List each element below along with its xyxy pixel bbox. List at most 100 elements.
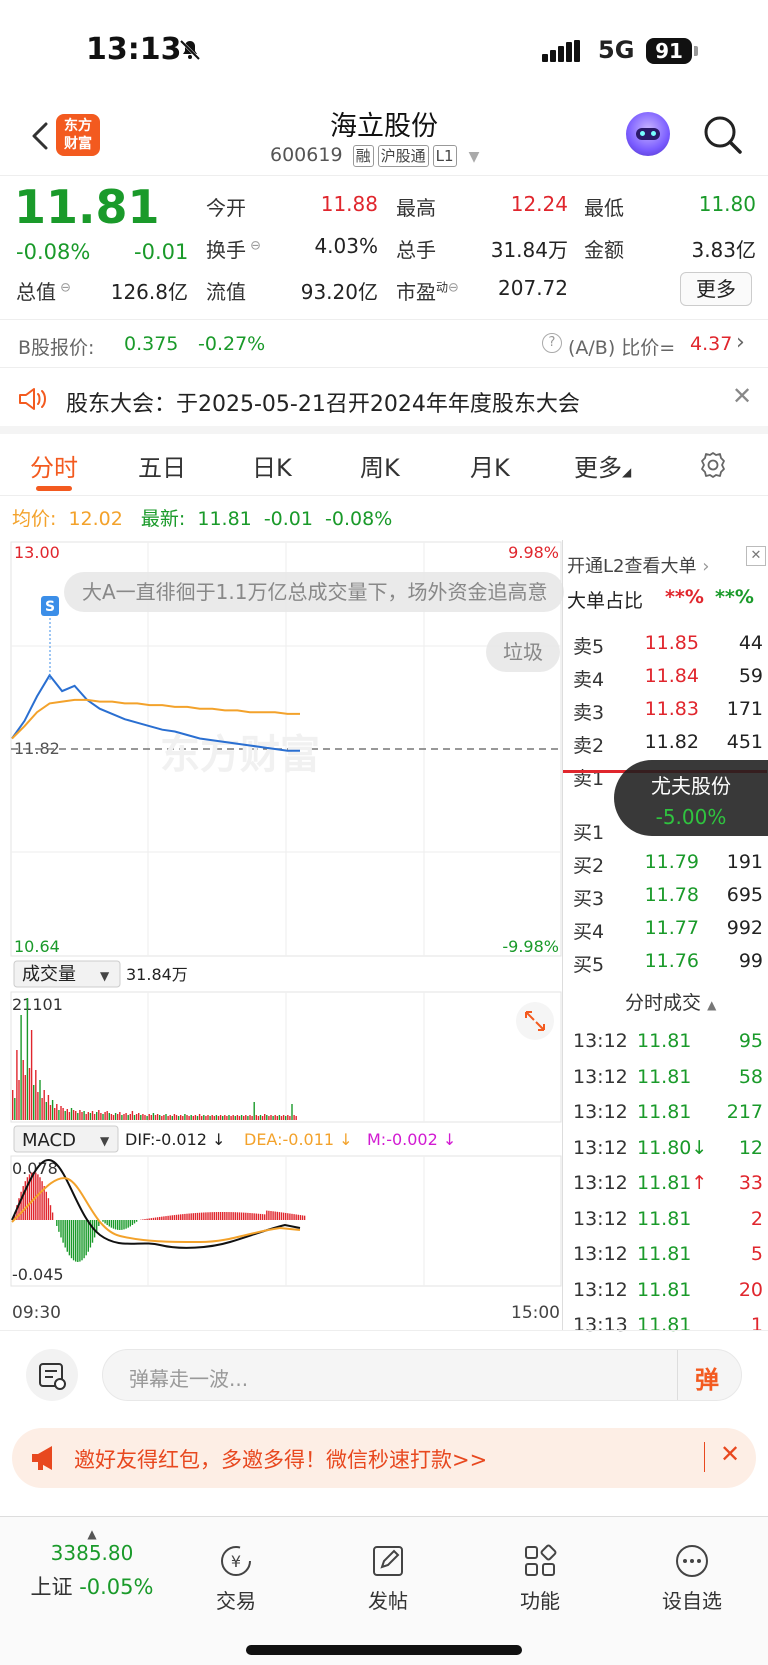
stock-alert-popup[interactable]: 尤夫股份 -5.00% (614, 760, 768, 836)
ai-assistant-icon[interactable] (626, 112, 670, 156)
search-icon[interactable] (700, 112, 744, 156)
nav-functions[interactable]: 功能 (480, 1543, 600, 1614)
volume-bar (39, 1080, 41, 1120)
volume-bar (104, 1112, 106, 1120)
volume-bar (127, 1115, 129, 1120)
volume-bar (144, 1115, 146, 1120)
macd-bar (169, 1215, 171, 1220)
macd-bar (285, 1212, 287, 1220)
trade-time: 13:12 (573, 1172, 628, 1194)
nav-post[interactable]: 发帖 (328, 1543, 448, 1614)
trade-row: 13:12 11.81↑ 33 (573, 1172, 763, 1202)
volume-bar (156, 1114, 159, 1120)
macd-bar (226, 1212, 228, 1220)
help-icon[interactable]: ? (542, 333, 562, 353)
volume-bar (68, 1112, 71, 1120)
trades-header[interactable]: 分时成交 ▲ (625, 988, 716, 1015)
tab-intraday[interactable]: 分时 (30, 448, 78, 483)
macd-bar (190, 1213, 192, 1220)
macd-bar (33, 1172, 35, 1220)
volume-bar (287, 1115, 289, 1120)
b-share-row[interactable]: B股报价: 0.375 -0.27% ? (A/B) 比价= 4.37 › (0, 320, 768, 368)
volume-bar (58, 1110, 60, 1120)
open-value: 11.88 (320, 192, 378, 216)
order-volume: 992 (726, 917, 763, 939)
macd-bar (125, 1220, 127, 1229)
close-icon[interactable]: ✕ (746, 546, 766, 566)
macd-bar (251, 1213, 253, 1220)
macd-bar (79, 1220, 81, 1262)
amount-label: 金额 (584, 238, 624, 262)
tab-weekly-k[interactable]: 周K (360, 448, 400, 483)
tab-daily-k[interactable]: 日K (252, 448, 292, 483)
macd-bar (272, 1211, 274, 1220)
notice-bar[interactable]: 股东大会：于2025-05-21召开2024年年度股东大会 ✕ (0, 368, 768, 434)
volume-bars (12, 998, 297, 1120)
index-ticker[interactable]: ▲ 3385.80 上证 -0.05% (12, 1527, 172, 1601)
network-type: 5G (598, 36, 635, 64)
stock-code-line[interactable]: 600619 融沪股通 L1 ▼ (270, 144, 479, 167)
more-quote-button[interactable]: 更多 (680, 272, 752, 306)
turnover-label[interactable]: 换手 ⊖ (206, 234, 261, 263)
volume-bar (30, 1030, 33, 1120)
macd-bar (123, 1220, 125, 1230)
volume-bar (123, 1114, 125, 1120)
trade-volume: 95 (738, 1030, 763, 1052)
tab-monthly-k[interactable]: 月K (470, 448, 510, 483)
axis-min-pct: -9.98% (502, 937, 559, 956)
volume-bar (110, 1114, 113, 1120)
close-icon[interactable]: ✕ (732, 382, 752, 410)
trade-row: 13:12 11.81 2 (573, 1208, 763, 1238)
macd-bar (85, 1220, 87, 1256)
macd-dea-line (11, 1177, 301, 1244)
macd-bar (198, 1212, 201, 1220)
invite-banner[interactable]: 邀好友得红包，多邀多得！微信秒速打款>> ✕ (12, 1428, 756, 1488)
l2-link[interactable]: 开通L2查看大单 › (567, 552, 709, 578)
pe-label[interactable]: 市盈动⊖ (396, 276, 459, 305)
low-value: 11.80 (698, 192, 756, 216)
macd-bar (184, 1213, 186, 1220)
trade-row: 13:12 11.81 20 (573, 1279, 763, 1309)
tab-five-day[interactable]: 五日 (138, 448, 186, 483)
popup-pct: -5.00% (655, 805, 727, 829)
macd-label: MACD (22, 1130, 76, 1151)
macd-bar (70, 1220, 73, 1259)
trash-button[interactable]: 垃圾 (486, 632, 560, 672)
order-level-label: 买1 (573, 822, 605, 844)
danmu-send-button[interactable]: 弹 (695, 1360, 719, 1395)
danmu-settings-icon[interactable] (26, 1349, 78, 1401)
megaphone-icon (32, 1446, 52, 1470)
volume-bar (129, 1114, 131, 1120)
ask-row-3: 卖3 11.83 171 (573, 698, 763, 728)
close-icon[interactable]: ✕ (720, 1440, 740, 1468)
macd-bar (49, 1205, 52, 1220)
order-volume: 451 (726, 731, 763, 753)
tab-more[interactable]: 更多◢ (574, 448, 631, 483)
macd-bar (112, 1220, 115, 1229)
intraday-chart[interactable]: 13.00 11.82 10.64 9.98% -9.98% 东方财富 S 成交… (10, 540, 562, 1330)
volume-bar (106, 1111, 108, 1120)
price-legend: 均价: 12.02 最新: 11.81 -0.01 -0.08% (12, 504, 392, 531)
macd-bar (192, 1213, 194, 1220)
amount-value: 3.83亿 (691, 238, 756, 262)
volume-bar (222, 1116, 224, 1120)
big-order-green: **% (715, 586, 754, 608)
volume-bar (177, 1116, 180, 1120)
volume-bar (12, 1090, 14, 1120)
open-label: 今开 (206, 196, 246, 220)
volume-bar (240, 1115, 243, 1120)
settings-gear-icon[interactable] (698, 450, 728, 480)
volume-bar (238, 1116, 241, 1120)
danmu-bubble[interactable]: 大A一直徘徊于1.1万亿总成交量下，场外资金追高意 (64, 572, 564, 612)
macd-bar (133, 1220, 136, 1224)
latest-value: 11.81 (197, 508, 252, 530)
danmu-input[interactable]: 弹幕走一波... 弹 (102, 1349, 742, 1401)
nav-trade[interactable]: ¥ 交易 (176, 1543, 296, 1614)
macd-bar (253, 1213, 255, 1220)
market-cap-label[interactable]: 总值 ⊖ (16, 276, 71, 305)
volume-bar (100, 1113, 102, 1120)
avg-value: 12.02 (68, 508, 123, 530)
order-level-label: 卖5 (573, 636, 605, 658)
nav-add-watchlist[interactable]: 设自选 (632, 1543, 752, 1614)
volume-label: 总手 (396, 238, 436, 262)
